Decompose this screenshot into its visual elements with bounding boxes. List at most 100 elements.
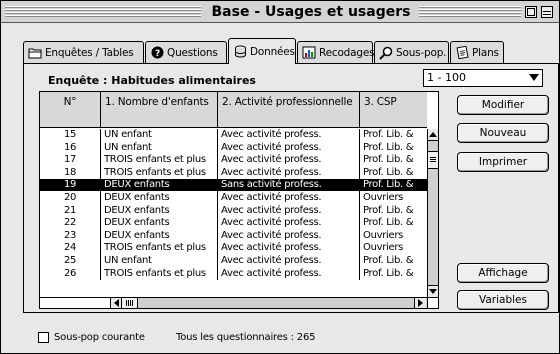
cell-activity: Avec activité profess. [218,154,360,167]
tab-sous-pop[interactable]: Sous-pop. [374,41,449,63]
questionnaire-count: Tous les questionnaires : 265 [176,332,316,343]
cell-children: UN enfant [101,255,218,267]
table-row[interactable]: 17 TROIS enfants et plus Avec activité pro… [40,154,427,167]
chart-icon [302,46,316,60]
cell-csp: Prof. Lib. & [363,255,414,266]
title-stripes-right [419,6,521,18]
scroll-right-arrow-icon[interactable] [414,298,426,308]
cell-children: DEUX enfants [101,179,218,192]
table-row[interactable]: 25 UN enfant Avec activité profess. Prof. L… [40,255,427,267]
app-window: Base - Usages et usagers Enquêtes / Tabl… [0,0,560,354]
cell-activity: Avec activité profess. [218,129,360,141]
cell-number: 19 [40,179,101,192]
cell-number: 24 [40,242,101,255]
cell-csp: Prof. Lib. & [363,204,414,216]
magnifier-icon [379,46,393,60]
cell-children: DEUX enfants [101,229,218,242]
title-bar[interactable]: Base - Usages et usagers [1,1,559,23]
column-header-children[interactable]: 1. Nombre d'enfants [101,92,218,128]
cell-csp: Ouvriers [363,192,404,203]
range-select[interactable]: 1 - 100 [423,69,543,87]
variables-button[interactable]: Variables [457,290,549,310]
cell-number: 22 [40,217,101,230]
horizontal-scrollbar[interactable] [40,297,427,308]
cell-children: DEUX enfants [101,204,218,217]
column-header-activity[interactable]: 2. Activité professionnelle [218,92,360,128]
cell-csp: Prof. Lib. & [363,267,414,279]
column-header-number[interactable]: N° [40,92,101,128]
table-row[interactable]: 20 DEUX enfants Avec activité profess. Ouvr… [40,192,427,204]
chevron-down-icon [529,74,539,81]
table-row[interactable]: 16 UN enfant Avec activité profess. Prof. L… [40,141,427,154]
scroll-down-arrow-icon[interactable] [428,285,438,297]
vertical-scroll-thumb[interactable] [428,151,438,169]
nouveau-button[interactable]: Nouveau [457,123,549,143]
survey-title: Enquête : Habitudes alimentaires [48,74,256,87]
range-value: 1 - 100 [427,71,466,84]
folder-icon [28,46,42,60]
cell-activity: Avec activité profess. [218,192,360,204]
scroll-up-arrow-icon[interactable] [428,129,438,141]
modifier-button[interactable]: Modifier [457,95,549,115]
table-row[interactable]: 23 DEUX enfants Avec activité profess. Ouvr… [40,229,427,242]
affichage-button[interactable]: Affichage [457,263,549,283]
scrollbar-corner [427,297,438,308]
cell-csp: Prof. Lib. & [363,154,414,166]
cell-number: 16 [40,141,101,154]
zoom-box-icon[interactable] [525,6,537,18]
cell-activity: Avec activité profess. [218,166,360,179]
collapse-box-icon[interactable] [541,6,553,18]
table-header: N° 1. Nombre d'enfants 2. Activité profe… [40,92,427,128]
question-icon: ? [150,46,164,60]
tab-donnees[interactable]: Données [228,38,296,64]
cell-children: TROIS enfants et plus [101,242,218,255]
horizontal-scroll-thumb[interactable] [122,298,138,308]
column-header-csp[interactable]: 3. CSP [360,92,427,128]
table-row[interactable]: 21 DEUX enfants Avec activité profess. Prof… [40,204,427,217]
window-title: Base - Usages et usagers [205,2,417,22]
cell-number: 26 [40,267,101,280]
cell-csp: Prof. Lib. & [363,166,414,178]
cell-activity: Avec activité profess. [218,229,360,242]
horizontal-scroll-blank [40,298,110,308]
subpop-label[interactable]: Sous-pop courante [54,332,145,343]
cell-csp: Prof. Lib. & [363,129,414,140]
cell-children: TROIS enfants et plus [101,267,218,280]
table-row-selected[interactable]: 19 DEUX enfants Sans activité profess. Prof… [40,179,427,192]
tab-label: Questions [167,46,218,59]
cell-number: 18 [40,166,101,179]
cell-activity: Avec activité profess. [218,204,360,217]
subpop-checkbox[interactable] [38,332,49,343]
vertical-scrollbar[interactable] [427,129,438,297]
cell-children: UN enfant [101,141,218,154]
cell-csp: Prof. Lib. & [363,179,414,191]
imprimer-button[interactable]: Imprimer [457,152,549,172]
cell-children: TROIS enfants et plus [101,154,218,167]
cell-number: 21 [40,204,101,217]
title-stripes-left [5,6,201,18]
cell-csp: Ouvriers [363,229,404,241]
cell-number: 23 [40,229,101,242]
cell-children: DEUX enfants [101,217,218,230]
cell-csp: Prof. Lib. & [363,141,414,153]
tab-plans[interactable]: Plans [450,41,504,63]
cell-activity: Avec activité profess. [218,242,360,255]
cell-children: DEUX enfants [101,192,218,204]
table-row[interactable]: 18 TROIS enfants et plus Avec activité pro… [40,166,427,179]
table-row[interactable]: 15 UN enfant Avec activité profess. Prof. L… [40,129,427,141]
scroll-left-arrow-icon[interactable] [110,298,122,308]
cell-children: TROIS enfants et plus [101,166,218,179]
table-row[interactable]: 22 DEUX enfants Avec activité profess. Prof… [40,217,427,230]
cell-csp: Prof. Lib. & [363,217,414,229]
table-row[interactable]: 26 TROIS enfants et plus Avec activité pro… [40,267,427,280]
cell-activity: Sans activité profess. [218,179,360,192]
cell-activity: Avec activité profess. [218,217,360,230]
cell-number: 20 [40,192,101,204]
tab-label: Enquêtes / Tables [45,46,134,59]
cell-number: 15 [40,129,101,141]
tab-enquetes[interactable]: Enquêtes / Tables [23,41,144,63]
tab-recodages[interactable]: Recodages [297,41,375,63]
table-row[interactable]: 24 TROIS enfants et plus Avec activité pro… [40,242,427,255]
tab-questions[interactable]: ? Questions [145,41,227,63]
tab-label: Données [250,45,295,58]
